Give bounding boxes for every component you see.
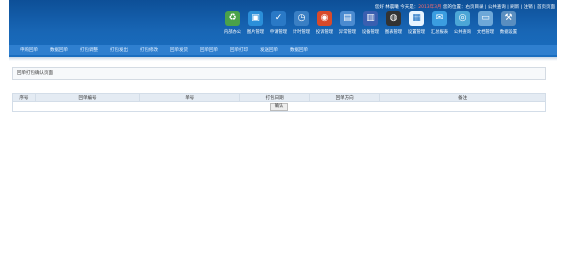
nav-item-5[interactable]: 回单发货 (170, 47, 188, 53)
picture-icon: ▣ (248, 11, 263, 26)
toolbar-label: 异常管理 (338, 30, 357, 35)
toolbar-item-8[interactable]: ▦ 设置管理 (405, 11, 428, 35)
column-header: 回单方向 (309, 93, 381, 102)
main-toolbar: ♻ 内部办公 ▣ 图片管理 ✓ 申请管理 ◷ 计时管理 ◉ 投诉管理 ▤ 异常管理 ▥ 设备管理 ◍ 图表管理… (221, 11, 520, 35)
toolbar-label: 数据设置 (499, 30, 518, 35)
header-status-text: 您好 林晨曦 今天是：2013年3月 您的位置：右页目录 | 公共查询 | 刷新… (374, 5, 555, 10)
toolbar-label: 设置管理 (407, 30, 426, 35)
bell-icon: ◉ (317, 11, 332, 26)
nav-item-6[interactable]: 回单回单 (200, 47, 218, 53)
nav-item-3[interactable]: 打包发出 (110, 47, 128, 53)
breadcrumb-text: 回单打包确认页面 (17, 71, 53, 76)
toolbar-item-12[interactable]: ⚒ 数据设置 (497, 11, 520, 35)
table-header-row: 序号 回单编号 单号 打包日期 回单方向 备注 (12, 93, 546, 102)
toolbar-label: 汇总报表 (430, 30, 449, 35)
data-table: 序号 回单编号 单号 打包日期 回单方向 备注 确认 (12, 93, 546, 112)
nav-item-0[interactable]: 申购回单 (20, 47, 38, 53)
content-shadow (9, 57, 557, 61)
toolbar-label: 文档管理 (476, 30, 495, 35)
nav-item-9[interactable]: 数据回单 (290, 47, 308, 53)
tick-circle-icon: ✓ (271, 11, 286, 26)
envelope-icon: ✉ (432, 11, 447, 26)
nav-item-4[interactable]: 打包修改 (140, 47, 158, 53)
content-area (9, 57, 557, 265)
toolbar-item-0[interactable]: ♻ 内部办公 (221, 11, 244, 35)
toolbar-label: 投诉管理 (315, 30, 334, 35)
toolbar-item-4[interactable]: ◉ 投诉管理 (313, 11, 336, 35)
toolbar-item-3[interactable]: ◷ 计时管理 (290, 11, 313, 35)
toolbar-label: 申请管理 (269, 30, 288, 35)
toolbar-label: 公共查询 (453, 30, 472, 35)
toolbar-item-5[interactable]: ▤ 异常管理 (336, 11, 359, 35)
toolbar-item-10[interactable]: ◎ 公共查询 (451, 11, 474, 35)
nav-item-8[interactable]: 发送回单 (260, 47, 278, 53)
toolbar-item-11[interactable]: ▭ 文档管理 (474, 11, 497, 35)
wrench-icon: ⚒ (501, 11, 516, 26)
book-icon: ▥ (363, 11, 378, 26)
column-header: 单号 (139, 93, 241, 102)
nav-item-2[interactable]: 打包调整 (80, 47, 98, 53)
column-header: 序号 (12, 93, 36, 102)
nav-item-7[interactable]: 回单打印 (230, 47, 248, 53)
column-header: 回单编号 (34, 93, 141, 102)
toolbar-label: 计时管理 (292, 30, 311, 35)
breadcrumb: 回单打包确认页面 (12, 67, 546, 80)
toolbar-item-7[interactable]: ◍ 图表管理 (382, 11, 405, 35)
table-row: 确认 (12, 101, 546, 112)
toolbar-item-2[interactable]: ✓ 申请管理 (267, 11, 290, 35)
toolbar-label: 设备管理 (361, 30, 380, 35)
table-action-cell: 确认 (12, 101, 546, 112)
nav-item-1[interactable]: 数据回单 (50, 47, 68, 53)
toolbar-item-1[interactable]: ▣ 图片管理 (244, 11, 267, 35)
confirm-button[interactable]: 确认 (270, 102, 288, 111)
gauge-icon: ◍ (386, 11, 401, 26)
toolbar-label: 内部办公 (223, 30, 242, 35)
toolbar-item-9[interactable]: ✉ 汇总报表 (428, 11, 451, 35)
toolbar-label: 图片管理 (246, 30, 265, 35)
header-links[interactable]: 您的位置：右页目录 | 公共查询 | 刷新 | 注销 | 首页页面 (443, 5, 555, 10)
column-header: 打包日期 (239, 93, 311, 102)
globe-icon: ◎ (455, 11, 470, 26)
recycle-people-icon: ♻ (225, 11, 240, 26)
document-icon: ▤ (340, 11, 355, 26)
clock-icon: ◷ (294, 11, 309, 26)
column-header: 备注 (379, 93, 546, 102)
folder-icon: ▭ (478, 11, 493, 26)
card-icon: ▦ (409, 11, 424, 26)
toolbar-label: 图表管理 (384, 30, 403, 35)
nav-bar: 申购回单 数据回单 打包调整 打包发出 打包修改 回单发货 回单回单 回单打印 发送回单 数据回单 (9, 45, 557, 55)
toolbar-item-6[interactable]: ▥ 设备管理 (359, 11, 382, 35)
